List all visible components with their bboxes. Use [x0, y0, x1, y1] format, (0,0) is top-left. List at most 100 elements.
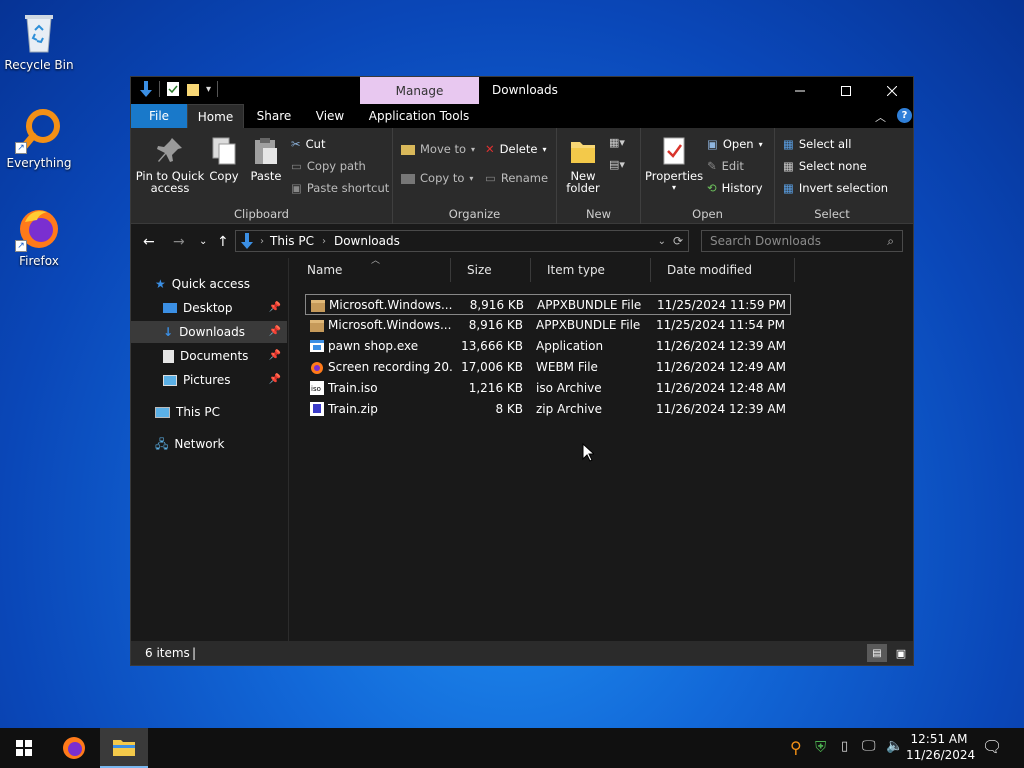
forward-arrow-icon[interactable]: →: [173, 234, 185, 250]
edit-button[interactable]: ✎ Edit: [707, 159, 744, 173]
nav-this-pc[interactable]: This PC: [155, 401, 285, 423]
pin-to-quick-access-button[interactable]: Pin to Quick access: [135, 136, 205, 194]
file-row[interactable]: Microsoft.Windows... 8,916 KB APPXBUNDLE F…: [305, 294, 791, 315]
desktop-icon-recycle-bin[interactable]: Recycle Bin: [0, 8, 78, 72]
history-button[interactable]: ⟲ History: [707, 181, 763, 195]
zip-icon: [309, 401, 325, 417]
recent-locations-chevron-icon[interactable]: ⌄: [199, 236, 207, 247]
tray-network-icon[interactable]: 🖵: [862, 738, 876, 754]
delete-button[interactable]: ✕ Delete ▾: [485, 142, 546, 156]
details-view-icon: ▤: [872, 647, 882, 659]
file-row[interactable]: Train.zip 8 KB zip Archive 11/26/2024 12:39…: [305, 399, 791, 420]
nav-documents[interactable]: Documents 📌: [163, 345, 287, 367]
file-row[interactable]: pawn shop.exe 13,666 KB Application 11/26/2…: [305, 336, 791, 357]
close-icon: [887, 85, 897, 96]
search-input[interactable]: Search Downloads ⌕: [701, 230, 903, 252]
column-header-size[interactable]: Size: [451, 258, 531, 282]
taskbar-firefox[interactable]: [50, 728, 98, 768]
tab-view[interactable]: View: [309, 104, 351, 128]
breadcrumb-this-pc[interactable]: This PC: [270, 234, 314, 248]
nav-network[interactable]: 🖧 Network: [155, 433, 285, 455]
paste-button[interactable]: Paste: [247, 136, 285, 182]
group-clipboard: Pin to Quick access Copy Paste ✂ Cut ▭ C…: [131, 128, 393, 224]
nav-desktop[interactable]: Desktop 📌: [163, 297, 287, 319]
file-name: Train.zip: [328, 402, 378, 416]
invert-selection-button[interactable]: ▦ Invert selection: [783, 181, 888, 195]
tray-usb-icon[interactable]: ▯: [841, 739, 848, 754]
taskbar-file-explorer[interactable]: [100, 728, 148, 768]
column-header-date[interactable]: Date modified: [651, 258, 795, 282]
star-icon: ★: [155, 277, 166, 291]
taskbar: ⚲ ⛨ ▯ 🖵 🔈 12:51 AM 11/26/2024 🗨: [0, 728, 1024, 768]
copy-to-button[interactable]: Copy to ▾: [401, 171, 473, 185]
close-button[interactable]: [869, 77, 915, 104]
file-explorer-icon: [113, 740, 135, 756]
details-view-button[interactable]: ▤: [867, 644, 887, 662]
help-icon[interactable]: ?: [897, 108, 912, 123]
pinned-icon: 📌: [268, 350, 281, 361]
tab-share[interactable]: Share: [251, 104, 297, 128]
file-size: 8 KB: [495, 402, 523, 416]
tab-home[interactable]: Home: [187, 104, 244, 128]
clock-date: 11/26/2024: [906, 748, 976, 762]
nav-pictures[interactable]: Pictures 📌: [163, 369, 287, 391]
tray-security-icon[interactable]: ⛨: [815, 738, 826, 756]
tab-application-tools[interactable]: Application Tools: [363, 104, 475, 128]
customize-qat-icon[interactable]: ▾: [206, 84, 211, 95]
column-header-name[interactable]: Name ︿: [291, 256, 451, 282]
refresh-icon[interactable]: ⟳: [673, 234, 683, 248]
up-arrow-icon[interactable]: ↑: [217, 234, 229, 250]
nav-downloads[interactable]: ↓ Downloads 📌: [131, 321, 287, 343]
tab-manage[interactable]: Manage: [360, 77, 479, 106]
firefox-icon: [63, 737, 85, 759]
properties-qat-icon[interactable]: [166, 81, 180, 97]
move-to-button[interactable]: Move to ▾: [401, 142, 475, 156]
desktop-icon-label: Recycle Bin: [4, 58, 74, 72]
file-type: zip Archive: [536, 402, 602, 416]
paste-shortcut-button[interactable]: ▣ Paste shortcut: [291, 181, 389, 195]
everything-search-icon: ↗: [15, 106, 63, 154]
file-row[interactable]: iso Train.iso 1,216 KB iso Archive 11/26/202…: [305, 378, 791, 399]
new-folder-qat-icon[interactable]: [186, 81, 200, 97]
file-explorer-window: ▾ Manage Downloads File Home Share View …: [130, 76, 914, 666]
address-box[interactable]: › This PC › Downloads ⌄ ⟳: [235, 230, 689, 252]
properties-button[interactable]: Properties ▾: [645, 136, 703, 194]
address-dropdown-icon[interactable]: ⌄: [658, 236, 666, 247]
start-button[interactable]: [0, 728, 48, 768]
new-item-button[interactable]: ▦▾: [609, 136, 625, 149]
minimize-button[interactable]: [777, 77, 823, 104]
file-row[interactable]: Screen recording 20... 17,006 KB WEBM File…: [305, 357, 791, 378]
desktop-icon-everything[interactable]: ↗ Everything: [0, 106, 78, 170]
collapse-ribbon-icon[interactable]: ︿: [875, 109, 886, 125]
copy-button[interactable]: Copy: [207, 136, 241, 182]
open-button[interactable]: ▣ Open ▾: [707, 137, 763, 151]
tray-everything-icon[interactable]: ⚲: [790, 738, 802, 757]
notifications-icon[interactable]: 🗨: [982, 737, 1002, 756]
nav-quick-access[interactable]: ★ Quick access: [155, 273, 285, 295]
back-arrow-icon[interactable]: ←: [143, 234, 155, 250]
file-name: Screen recording 20...: [328, 360, 452, 374]
tray-volume-muted-icon[interactable]: 🔈: [886, 738, 903, 754]
easy-access-button[interactable]: ▤▾: [609, 158, 625, 171]
copy-path-button[interactable]: ▭ Copy path: [291, 159, 366, 173]
file-date: 11/26/2024 12:49 AM: [656, 360, 786, 374]
maximize-button[interactable]: [823, 77, 869, 104]
select-all-button[interactable]: ▦ Select all: [783, 137, 851, 151]
file-size: 1,216 KB: [468, 381, 523, 395]
desktop-icon-firefox[interactable]: ↗ Firefox: [0, 204, 78, 268]
shortcut-arrow-icon: ↗: [15, 142, 27, 154]
column-header-type[interactable]: Item type: [531, 258, 651, 282]
breadcrumb-downloads[interactable]: Downloads: [334, 234, 400, 248]
file-row[interactable]: Microsoft.Windows... 8,916 KB APPXBUNDLE F…: [305, 315, 791, 336]
file-name: pawn shop.exe: [328, 339, 419, 353]
cut-button[interactable]: ✂ Cut: [291, 137, 325, 151]
new-folder-button[interactable]: New folder: [561, 136, 605, 194]
maximize-icon: [841, 85, 851, 96]
tab-file[interactable]: File: [131, 104, 187, 128]
large-icons-view-button[interactable]: ▣: [891, 644, 911, 662]
title-bar[interactable]: ▾ Manage Downloads: [131, 77, 915, 106]
file-date: 11/26/2024 12:48 AM: [656, 381, 786, 395]
clock[interactable]: 12:51 AM 11/26/2024: [906, 731, 976, 763]
rename-button[interactable]: ▭ Rename: [485, 171, 548, 185]
select-none-button[interactable]: ▦ Select none: [783, 159, 867, 173]
